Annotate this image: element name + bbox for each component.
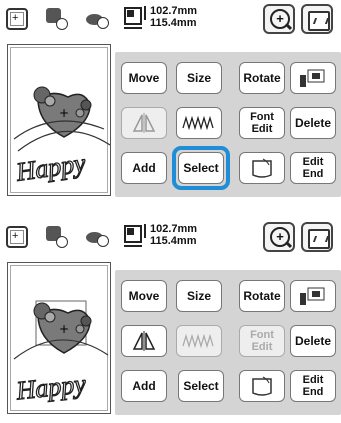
memory-button[interactable] — [239, 370, 285, 402]
embroidery-edit-screen-1: + 102.7mm 115.4mm + + Happy Move Size Ro… — [0, 0, 341, 205]
edit-button-panel: Move Size Rotate Font Edit Delete Add Se… — [115, 270, 341, 415]
thread-color-button[interactable] — [290, 62, 336, 94]
density-button[interactable] — [176, 107, 222, 139]
hoop-no-icon[interactable] — [46, 226, 68, 248]
pocket-memory-icon — [252, 376, 272, 396]
density-icon — [182, 116, 214, 130]
stitch-preview-icon — [308, 11, 330, 31]
pattern-width: 115.4mm — [150, 235, 197, 247]
add-button[interactable]: Add — [121, 370, 167, 402]
edit-end-button[interactable]: Edit End — [290, 370, 336, 402]
move-button[interactable]: Move — [121, 62, 167, 94]
pattern-size-icon — [124, 7, 142, 25]
mirror-button[interactable] — [121, 107, 167, 139]
delete-button[interactable]: Delete — [290, 325, 336, 357]
pattern-width: 115.4mm — [150, 17, 197, 29]
pattern-height: 102.7mm — [150, 5, 198, 17]
design-text: Happy — [14, 148, 88, 187]
pattern-size-display: 102.7mm 115.4mm — [124, 223, 234, 251]
frame-display-icon[interactable]: + — [6, 226, 28, 248]
hoop-no-icon[interactable] — [46, 8, 68, 30]
edit-button-panel: Move Size Rotate Font Edit Delete Add Se… — [115, 52, 341, 197]
density-icon — [182, 334, 214, 348]
embroidery-edit-screen-2: + 102.7mm 115.4mm + + Happy Move Size Ro… — [0, 218, 341, 423]
mirror-icon — [132, 331, 156, 351]
rotate-button[interactable]: Rotate — [239, 62, 285, 94]
design-preview[interactable]: + Happy — [7, 262, 111, 414]
pattern-height: 102.7mm — [150, 223, 198, 235]
stitch-preview-button[interactable] — [301, 4, 333, 34]
pattern-size-icon — [124, 225, 142, 243]
stitch-preview-icon — [308, 229, 330, 249]
mirror-button[interactable] — [121, 325, 167, 357]
thread-color-button[interactable] — [290, 280, 336, 312]
thread-palette-icon — [300, 69, 325, 87]
frame-display-icon[interactable]: + — [6, 8, 28, 30]
move-button[interactable]: Move — [121, 280, 167, 312]
select-button[interactable]: Select — [178, 152, 224, 184]
stitch-preview-button[interactable] — [301, 222, 333, 252]
zoom-button[interactable]: + — [263, 222, 295, 252]
design-text: Happy — [14, 369, 87, 405]
select-button[interactable]: Select — [178, 370, 224, 402]
pocket-memory-icon — [252, 158, 272, 178]
pattern-size-display: 102.7mm 115.4mm — [124, 5, 234, 33]
thread-no-icon[interactable] — [86, 8, 109, 30]
thread-no-icon[interactable] — [86, 226, 109, 248]
edit-end-button[interactable]: Edit End — [290, 152, 336, 184]
font-edit-button[interactable]: Font Edit — [239, 325, 285, 357]
thread-palette-icon — [300, 287, 325, 305]
rotate-button[interactable]: Rotate — [239, 280, 285, 312]
density-button[interactable] — [176, 325, 222, 357]
zoom-button[interactable]: + — [263, 4, 295, 34]
mirror-icon — [132, 113, 156, 133]
add-button[interactable]: Add — [121, 152, 167, 184]
font-edit-button[interactable]: Font Edit — [239, 107, 285, 139]
size-button[interactable]: Size — [176, 62, 222, 94]
size-button[interactable]: Size — [176, 280, 222, 312]
delete-button[interactable]: Delete — [290, 107, 336, 139]
memory-button[interactable] — [239, 152, 285, 184]
design-preview[interactable]: + Happy — [7, 44, 111, 196]
